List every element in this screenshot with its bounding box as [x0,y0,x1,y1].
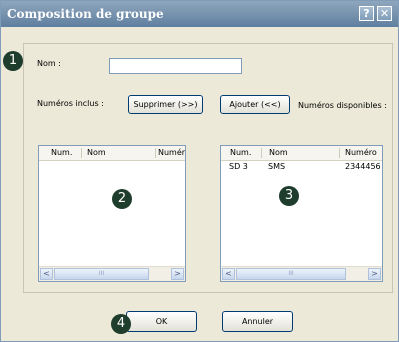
column-num[interactable]: Num. [51,148,72,157]
scroll-thumb[interactable]: III [54,268,149,280]
included-list-header: Num. Nom Numéro d [39,146,185,161]
scroll-right-icon[interactable]: > [368,268,381,280]
callout-marker-2: 2 [112,189,132,209]
included-numbers-label: Numéros inclus : [37,99,104,108]
available-list-header: Num. Nom Numéro [221,146,382,161]
column-nom[interactable]: Nom [87,148,106,157]
available-numbers-label: Numéros disponibles : [298,101,387,110]
cell-numero: 2344456 [345,162,381,171]
list-item[interactable]: SD 3 SMS 2344456 [221,162,382,174]
column-num[interactable]: Num. [230,148,251,157]
scroll-left-icon[interactable]: < [222,268,235,280]
included-numbers-list[interactable]: Num. Nom Numéro d < III > [38,145,186,282]
cell-num: SD 3 [229,162,248,171]
name-input[interactable] [109,58,242,74]
column-numero[interactable]: Numéro [345,148,377,157]
column-separator [261,148,262,158]
available-numbers-list[interactable]: Num. Nom Numéro SD 3 SMS 2344456 < III > [220,145,383,282]
close-button[interactable]: ✕ [377,6,392,21]
window-title: Composition de groupe [7,7,164,21]
title-bar: Composition de groupe ? ✕ [1,1,398,27]
help-button[interactable]: ? [359,6,374,21]
column-separator [339,148,340,158]
remove-button[interactable]: Supprimer (>>) [128,95,203,114]
scroll-left-icon[interactable]: < [40,268,53,280]
scroll-right-icon[interactable]: > [171,268,184,280]
callout-marker-4: 4 [111,314,131,334]
ok-button[interactable]: OK [126,311,197,332]
column-numero[interactable]: Numéro d [158,148,185,157]
available-list-scrollbar[interactable]: < III > [221,266,382,281]
close-icon: ✕ [379,7,390,20]
column-separator [81,148,82,158]
dialog-window: Composition de groupe ? ✕ Nom : Numéros … [0,0,399,342]
column-nom[interactable]: Nom [269,148,288,157]
add-button[interactable]: Ajouter (<<) [220,95,290,114]
callout-marker-3: 3 [279,186,299,206]
included-list-scrollbar[interactable]: < III > [39,266,185,281]
help-icon: ? [363,7,370,20]
callout-marker-1: 1 [3,51,23,71]
column-separator [155,148,156,158]
scroll-thumb[interactable]: III [236,268,346,280]
cell-nom: SMS [268,162,286,171]
name-label: Nom : [37,59,61,68]
cancel-button[interactable]: Annuler [222,311,293,332]
